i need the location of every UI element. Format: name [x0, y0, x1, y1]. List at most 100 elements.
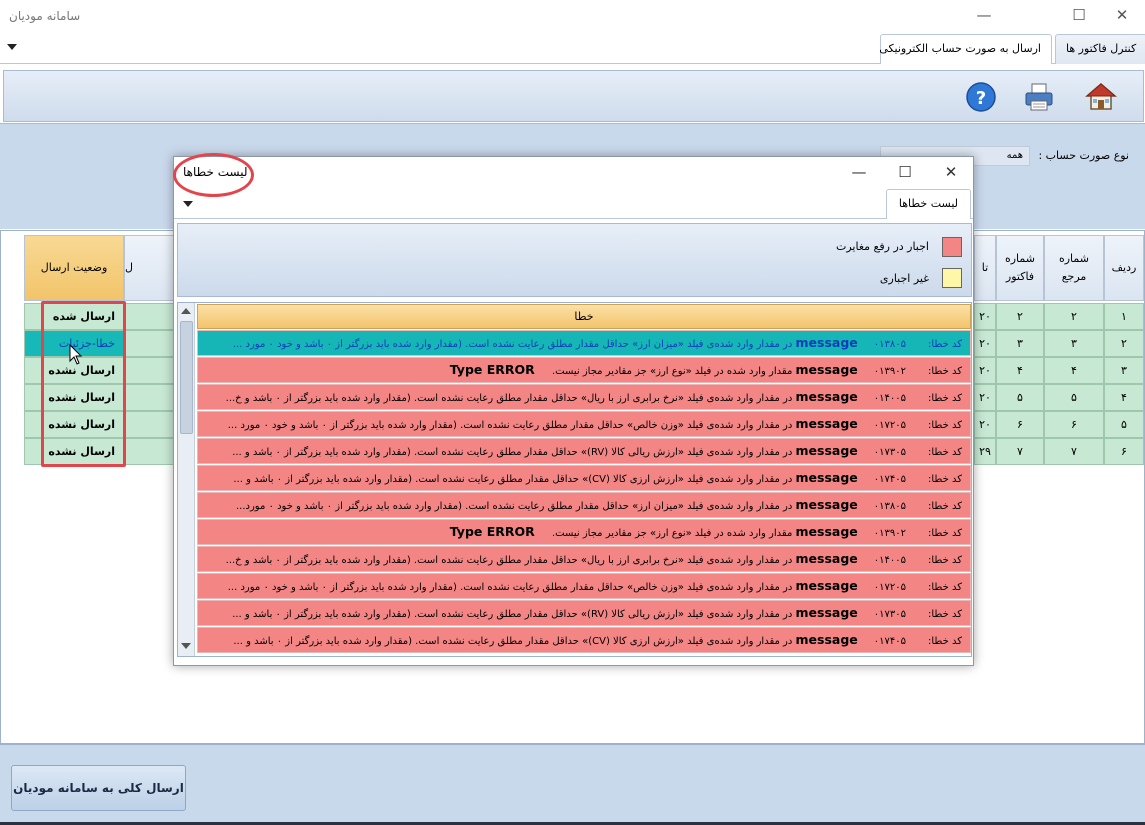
cell-ref[interactable]: ۳ [1044, 330, 1104, 357]
invoice-type-label: نوع صورت حساب : [1038, 149, 1129, 162]
dialog-maximize-button[interactable]: ☐ [882, 158, 928, 188]
tab-error-list[interactable]: لیست خطاها [885, 189, 971, 219]
error-text: در مقدار وارد شده‌ی فیلد «نرخ برابری ارز… [225, 555, 793, 566]
error-row[interactable]: کد خطا: ۰۱۷۳۰۵ message در مقدار وارد شده‌ی… [197, 600, 971, 626]
header-row[interactable]: ردیف [1104, 235, 1144, 301]
error-row[interactable]: کد خطا: ۰۱۷۲۰۵ message در مقدار وارد شده‌ی… [197, 411, 971, 437]
dialog-minimize-button[interactable]: — [836, 158, 882, 188]
printer-icon[interactable] [1023, 81, 1055, 113]
maximize-button[interactable]: ☐ [1056, 0, 1102, 32]
error-text: مقدار وارد شده در فیلد «نوع ارز» جز مقاد… [551, 528, 793, 539]
cell-invoice[interactable]: ۳ [996, 330, 1044, 357]
header-ref[interactable]: شماره مرجع [1044, 235, 1104, 301]
cell-date[interactable]: ۲۹ [974, 438, 996, 465]
cell-invoice[interactable]: ۴ [996, 357, 1044, 384]
cell-row[interactable]: ۲ [1104, 330, 1144, 357]
help-icon[interactable]: ? [965, 81, 997, 113]
error-text: در مقدار وارد شده‌ی فیلد «ارزش ارزی کالا… [233, 636, 793, 647]
mouse-cursor-icon [69, 344, 83, 365]
error-code: ۰۱۷۴۰۵ [873, 474, 906, 485]
header-hidden[interactable]: ل [124, 235, 174, 301]
cell-ref[interactable]: ۴ [1044, 357, 1104, 384]
cell-date[interactable]: ۲۰ [974, 411, 996, 438]
cell-row[interactable]: ۵ [1104, 411, 1144, 438]
error-row[interactable]: کد خطا: ۰۱۷۴۰۵ message در مقدار وارد شده‌ی… [197, 465, 971, 491]
error-code: ۰۱۳۹۰۲ [873, 528, 906, 539]
cell-date[interactable]: ۲۰ [974, 357, 996, 384]
error-text: در مقدار وارد شده‌ی فیلد «نرخ برابری ارز… [225, 393, 793, 404]
dialog-chevron-down-icon[interactable] [183, 201, 193, 207]
cell-invoice[interactable]: ۵ [996, 384, 1044, 411]
error-row[interactable]: کد خطا: ۰۱۳۹۰۲ message مقدار وارد شده در ف… [197, 357, 971, 383]
header-date-partial: تا [981, 261, 989, 274]
error-row[interactable]: کد خطا: ۰۱۷۴۰۵ message در مقدار وارد شده‌ی… [197, 627, 971, 653]
error-code-label: کد خطا: [928, 474, 962, 485]
legend-label-optional: غیر اجباری [879, 272, 929, 285]
legend-panel: اجبار در رفع مغایرت غیر اجباری [177, 223, 972, 297]
chevron-down-icon[interactable] [7, 44, 17, 50]
svg-text:?: ? [976, 88, 986, 109]
header-invoice[interactable]: شماره فاکتور [996, 235, 1044, 301]
legend-label-mandatory: اجبار در رفع مغایرت [835, 240, 929, 253]
cell-ref[interactable]: ۷ [1044, 438, 1104, 465]
error-message-keyword: message [795, 551, 858, 566]
home-icon[interactable] [1085, 81, 1117, 113]
cell-row[interactable]: ۱ [1104, 303, 1144, 330]
header-date[interactable]: تا [974, 235, 996, 301]
error-code: ۰۱۷۴۰۵ [873, 636, 906, 647]
cell-date[interactable]: ۲۰ [974, 330, 996, 357]
error-code-label: کد خطا: [928, 582, 962, 593]
send-all-button[interactable]: ارسال کلی به سامانه مودیان [11, 765, 186, 811]
scroll-down-icon[interactable] [181, 643, 191, 649]
vertical-scrollbar[interactable] [178, 303, 195, 656]
error-message-keyword: message [795, 524, 858, 539]
cell-date[interactable]: ۲۰ [974, 303, 996, 330]
error-message-keyword: message [795, 632, 858, 647]
error-row[interactable]: کد خطا: ۰۱۴۰۰۵ message در مقدار وارد شده‌ی… [197, 384, 971, 410]
cell-date[interactable]: ۲۰ [974, 384, 996, 411]
cell-ref[interactable]: ۵ [1044, 384, 1104, 411]
error-row[interactable]: کد خطا: ۰۱۷۲۰۵ message در مقدار وارد شده‌ی… [197, 573, 971, 599]
scroll-thumb[interactable] [180, 321, 193, 434]
error-message-keyword: message [795, 389, 858, 404]
dialog-tab-bar: لیست خطاها [174, 188, 973, 219]
error-code-label: کد خطا: [928, 339, 962, 350]
cell-invoice[interactable]: ۲ [996, 303, 1044, 330]
cell-row[interactable]: ۴ [1104, 384, 1144, 411]
error-row[interactable]: کد خطا: ۰۱۷۳۰۵ message در مقدار وارد شده‌ی… [197, 438, 971, 464]
legend-swatch-optional [942, 268, 962, 288]
error-code-label: کد خطا: [928, 555, 962, 566]
error-column-header[interactable]: خطا [197, 304, 971, 329]
error-row[interactable]: کد خطا: ۰۱۳۸۰۵ message در مقدار وارد شده‌ی… [197, 492, 971, 518]
error-message-keyword: message [795, 605, 858, 620]
scroll-up-icon[interactable] [181, 308, 191, 314]
highlight-box [41, 301, 126, 467]
close-button[interactable]: ✕ [1099, 0, 1145, 32]
error-row[interactable]: کد خطا: ۰۱۳۸۰۵ message در مقدار وارد شده‌ی… [197, 330, 971, 356]
error-message-keyword: message [795, 335, 858, 350]
tab-invoice-control[interactable]: کنترل فاکتور ها [1055, 34, 1145, 64]
error-row[interactable]: کد خطا: ۰۱۴۰۰۵ message در مقدار وارد شده‌ی… [197, 546, 971, 572]
error-code-label: کد خطا: [928, 420, 962, 431]
header-status[interactable]: وضعیت ارسال [24, 235, 124, 301]
error-code-label: کد خطا: [928, 501, 962, 512]
minimize-button[interactable]: — [961, 0, 1007, 32]
cell-invoice[interactable]: ۶ [996, 411, 1044, 438]
cell-row[interactable]: ۶ [1104, 438, 1144, 465]
error-text: در مقدار وارد شده‌ی فیلد «ارزش ریالی کال… [232, 609, 793, 620]
cell-ref[interactable]: ۲ [1044, 303, 1104, 330]
dialog-close-button[interactable]: ✕ [928, 158, 974, 188]
error-code-label: کد خطا: [928, 393, 962, 404]
cell-ref[interactable]: ۶ [1044, 411, 1104, 438]
error-code: ۰۱۳۸۰۵ [873, 339, 906, 350]
error-code: ۰۱۳۸۰۵ [873, 501, 906, 512]
title-highlight-oval [173, 153, 254, 197]
cell-invoice[interactable]: ۷ [996, 438, 1044, 465]
error-code: ۰۱۷۲۰۵ [873, 582, 906, 593]
error-code-label: کد خطا: [928, 636, 962, 647]
error-row[interactable]: کد خطا: ۰۱۳۹۰۲ message مقدار وارد شده در ف… [197, 519, 971, 545]
error-code: ۰۱۷۲۰۵ [873, 420, 906, 431]
tab-electronic-send[interactable]: ارسال به صورت حساب الکترونیکی [879, 34, 1052, 64]
tab-bar: کنترل فاکتور ها ارسال به صورت حساب الکتر… [0, 32, 1145, 64]
cell-row[interactable]: ۳ [1104, 357, 1144, 384]
